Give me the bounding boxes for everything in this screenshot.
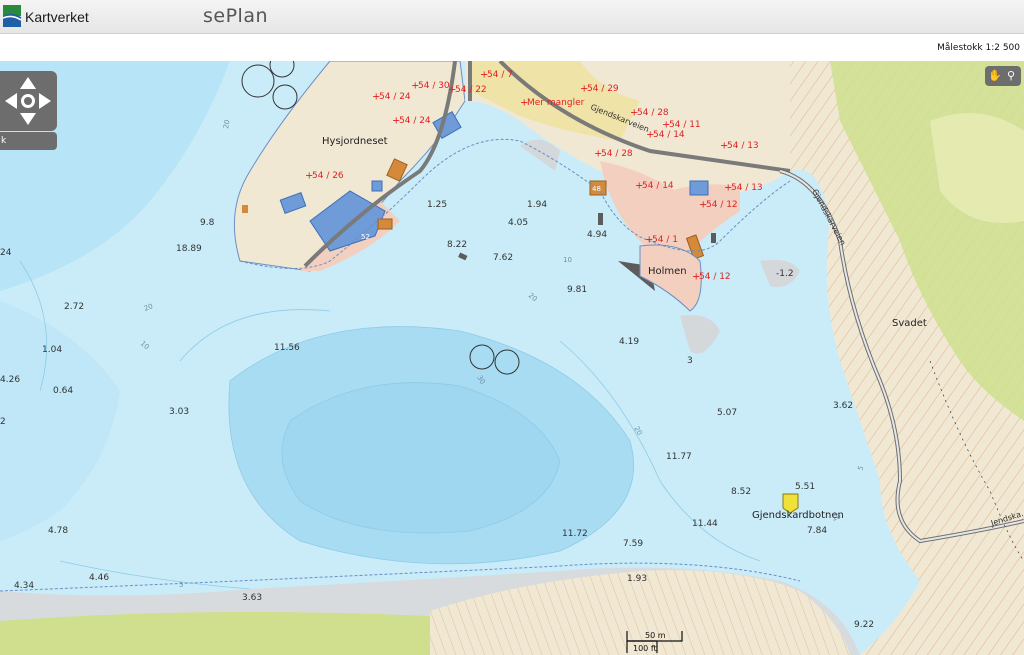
parcel-label: 54 / 26 [312,171,344,181]
depth-sounding: 1.04 [42,345,62,355]
parcel-label: 54 / 7 [487,70,513,80]
parcel-label: 54 / 30 [418,81,450,91]
depth-sounding: 8.22 [447,240,467,250]
brand-name: Kartverket [25,9,89,25]
depth-sounding: 3 [687,356,693,366]
depth-sounding: 4.46 [89,573,109,583]
parcel-label: 54 / 13 [731,183,763,193]
depth-sounding: 3.63 [242,593,262,603]
building-number: 48 [592,185,601,193]
place-label: Svadet [892,318,927,329]
header-bar: Kartverket sePlan [0,0,1024,34]
map-drawing: Hysjordneset Holmen Svadet Gjendskardbot… [0,61,1024,655]
parcel-label: 54 / 29 [587,84,619,94]
depth-sounding: 8.52 [731,487,751,497]
depth-sounding: 5.51 [795,482,815,492]
pan-control[interactable] [0,71,57,131]
place-label: Hysjordneset [322,136,388,147]
depth-sounding: 4.26 [0,375,20,385]
parcel-label: 54 / 24 [379,92,411,102]
depth-sounding: 4.05 [508,218,528,228]
map-tools: ✋ ⚲ [985,66,1021,86]
depth-sounding: 11.56 [274,343,300,353]
depth-sounding: 4.78 [48,526,68,536]
depth-sounding: 3.03 [169,407,189,417]
parcel-label: Mer mangler [527,98,585,108]
map-scale-label: Målestokk 1:2 500 [937,43,1020,53]
parcel-label: 54 / 14 [653,130,685,140]
depth-sounding: 1.93 [627,574,647,584]
depth-sounding: -1.2 [776,269,794,279]
depth-sounding: 4.34 [14,581,34,591]
parcel-label: 54 / 28 [637,108,669,118]
scalebar-imperial: 100 ft [633,644,657,653]
depth-sounding: 4.19 [619,337,639,347]
map-canvas[interactable]: Hysjordneset Holmen Svadet Gjendskardbot… [0,61,1024,655]
depth-sounding: 4.94 [587,230,607,240]
contour-label: 10 [563,256,572,264]
parcel-label: 54 / 24 [399,116,431,126]
depth-sounding: 7.59 [623,539,643,549]
depth-sounding: 9.81 [567,285,587,295]
parcel-label: 54 / 11 [669,120,701,130]
parcel-label: 54 / 12 [706,200,738,210]
depth-sounding: 1.94 [527,200,547,210]
depth-sounding: 3.62 [833,401,853,411]
kartverket-logo-icon [3,5,21,27]
depth-sounding: 0.64 [53,386,73,396]
zoom-button[interactable]: k [0,132,57,150]
building-number: 52 [361,233,370,241]
magnifier-icon[interactable]: ⚲ [1004,69,1018,83]
depth-sounding: 9.8 [200,218,215,228]
scalebar-metric: 50 m [645,631,666,640]
contour-label: 20 [222,119,231,129]
parcel-label: 54 / 14 [642,181,674,191]
depth-sounding: 5.07 [717,408,737,418]
depth-sounding: 11.44 [692,519,718,529]
parcel-label: 54 / 28 [601,149,633,159]
depth-sounding: 7.62 [493,253,513,263]
depth-sounding: 2 [0,417,6,427]
app-title: sePlan [203,5,269,27]
pan-arrows-icon [5,77,51,125]
zoom-button-label: k [1,136,7,146]
parcel-label: 54 / 1 [652,235,678,245]
contour-label: 5 [179,581,183,589]
depth-sounding: 9.22 [854,620,874,630]
hand-icon[interactable]: ✋ [988,69,1002,83]
depth-sounding: 18.89 [176,244,202,254]
depth-sounding: 11.72 [562,529,588,539]
place-label: Holmen [648,266,687,277]
parcel-label: 54 / 12 [699,272,731,282]
parcel-label: 54 / 22 [455,85,487,95]
scale-strip: Målestokk 1:2 500 [0,34,1024,62]
depth-sounding: 7.84 [807,526,827,536]
depth-sounding: 11.77 [666,452,692,462]
depth-sounding: 2.72 [64,302,84,312]
parcel-label: 54 / 13 [727,141,759,151]
depth-sounding: 1.25 [427,200,447,210]
depth-sounding: 24 [0,248,12,258]
